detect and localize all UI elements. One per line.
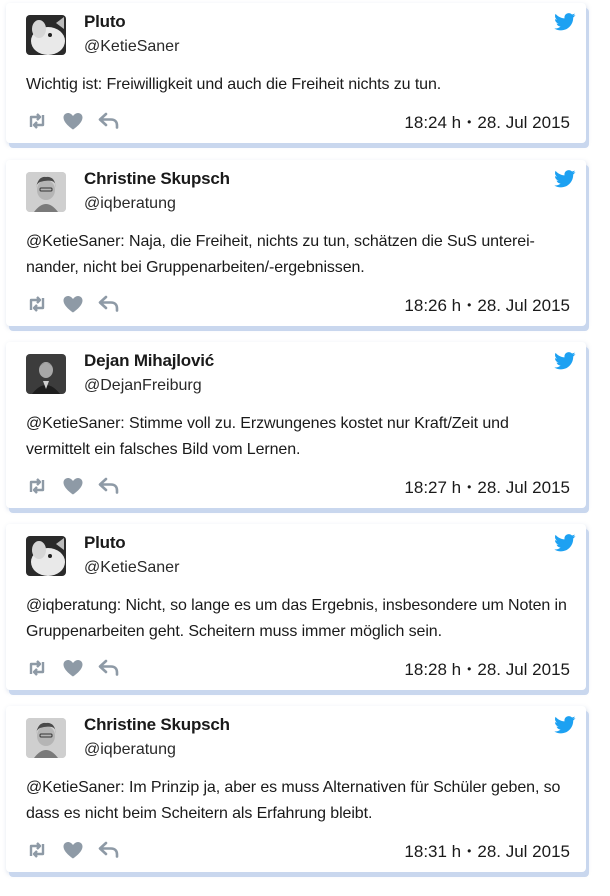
avatar[interactable] — [26, 536, 66, 576]
tweet-actions — [26, 658, 120, 678]
tweet-feed: Pluto @KetieSaner Wichtig ist: Freiwilli… — [0, 0, 610, 896]
reply-icon[interactable] — [98, 477, 120, 495]
heart-icon[interactable] — [62, 841, 84, 859]
twitter-bird-icon[interactable] — [554, 170, 576, 188]
author-name[interactable]: Dejan Mihajlović — [84, 351, 214, 371]
tweet-timestamp[interactable]: 18:31 h • 28. Jul 2015 — [404, 842, 570, 862]
twitter-bird-icon[interactable] — [554, 534, 576, 552]
author-handle[interactable]: @iqberatung — [84, 741, 176, 759]
tweet-time: 18:27 h — [404, 478, 462, 497]
reply-icon[interactable] — [98, 659, 120, 677]
tweet-card: Christine Skupsch @iqberatung @KetieSane… — [6, 706, 586, 872]
tweet-time: 18:28 h — [404, 660, 462, 679]
tweet-date: 28. Jul 2015 — [477, 478, 570, 497]
tweet-actions — [26, 840, 120, 860]
reply-icon[interactable] — [98, 295, 120, 313]
retweet-icon[interactable] — [26, 841, 48, 859]
tweet-date: 28. Jul 2015 — [477, 113, 570, 132]
tweet-card: Dejan Mihajlović @DejanFreiburg @KetieSa… — [6, 342, 586, 508]
tweet-time: 18:24 h — [404, 113, 462, 132]
tweet-time: 18:31 h — [404, 842, 462, 861]
tweet-card: Pluto @KetieSaner Wichtig ist: Freiwilli… — [6, 3, 586, 143]
avatar[interactable] — [26, 172, 66, 212]
tweet-text: Wichtig ist: Freiwilligkeit und auch die… — [26, 76, 442, 93]
tweet-actions — [26, 476, 120, 496]
heart-icon[interactable] — [62, 659, 84, 677]
tweet-text: @KetieSaner: Naja, die Freiheit, nichts … — [26, 233, 535, 276]
tweet-timestamp[interactable]: 18:26 h • 28. Jul 2015 — [404, 296, 570, 316]
author-name[interactable]: Pluto — [84, 12, 126, 32]
author-name[interactable]: Pluto — [84, 533, 126, 553]
twitter-bird-icon[interactable] — [554, 13, 576, 31]
heart-icon[interactable] — [62, 295, 84, 313]
tweet-card: Pluto @KetieSaner @iqberatung: Nicht, so… — [6, 524, 586, 690]
tweet-actions — [26, 294, 120, 314]
reply-icon[interactable] — [98, 841, 120, 859]
tweet-timestamp[interactable]: 18:27 h • 28. Jul 2015 — [404, 478, 570, 498]
retweet-icon[interactable] — [26, 477, 48, 495]
author-handle[interactable]: @KetieSaner — [84, 38, 179, 56]
retweet-icon[interactable] — [26, 112, 48, 130]
heart-icon[interactable] — [62, 477, 84, 495]
author-handle[interactable]: @iqberatung — [84, 195, 176, 213]
author-name[interactable]: Christine Skupsch — [84, 169, 230, 189]
twitter-bird-icon[interactable] — [554, 716, 576, 734]
tweet-card: Christine Skupsch @iqberatung @KetieSane… — [6, 160, 586, 326]
twitter-bird-icon[interactable] — [554, 352, 576, 370]
avatar[interactable] — [26, 718, 66, 758]
tweet-date: 28. Jul 2015 — [477, 660, 570, 679]
tweet-timestamp[interactable]: 18:24 h • 28. Jul 2015 — [404, 113, 570, 133]
tweet-text: @KetieSaner: Im Prinzip ja, aber es muss… — [26, 779, 561, 822]
tweet-date: 28. Jul 2015 — [477, 296, 570, 315]
tweet-text: @iqberatung: Nicht, so lange es um das E… — [26, 597, 567, 640]
retweet-icon[interactable] — [26, 295, 48, 313]
tweet-time: 18:26 h — [404, 296, 462, 315]
author-handle[interactable]: @KetieSaner — [84, 559, 179, 577]
heart-icon[interactable] — [62, 112, 84, 130]
avatar[interactable] — [26, 15, 66, 55]
author-name[interactable]: Christine Skupsch — [84, 715, 230, 735]
retweet-icon[interactable] — [26, 659, 48, 677]
tweet-text: @KetieSaner: Stimme voll zu. Erzwungenes… — [26, 415, 509, 458]
tweet-timestamp[interactable]: 18:28 h • 28. Jul 2015 — [404, 660, 570, 680]
avatar[interactable] — [26, 354, 66, 394]
tweet-date: 28. Jul 2015 — [477, 842, 570, 861]
tweet-actions — [26, 111, 120, 131]
author-handle[interactable]: @DejanFreiburg — [84, 377, 202, 395]
reply-icon[interactable] — [98, 112, 120, 130]
